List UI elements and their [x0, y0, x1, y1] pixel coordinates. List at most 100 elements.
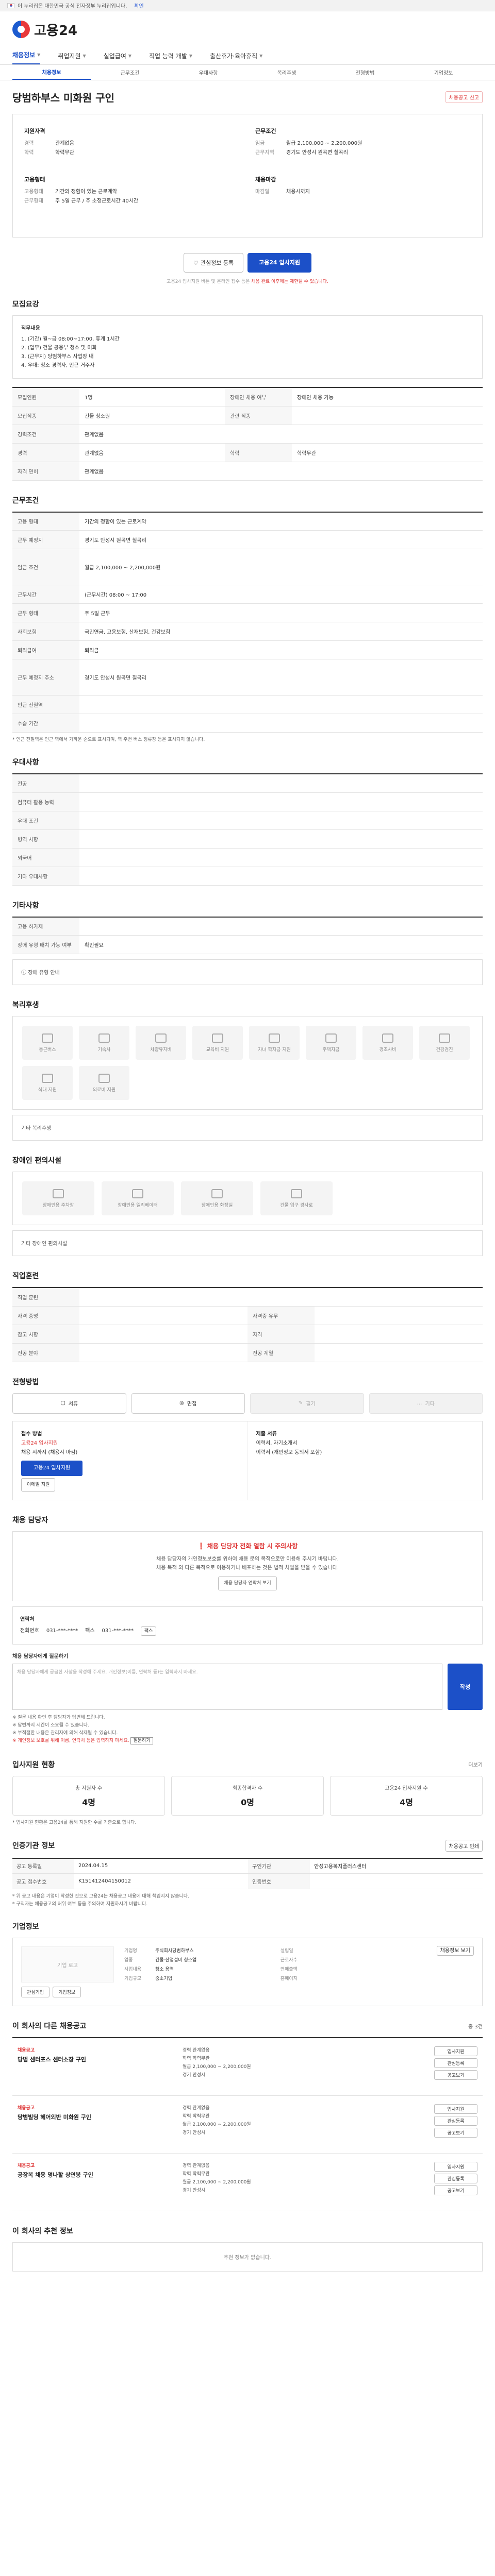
ramp-icon — [291, 1189, 302, 1198]
summary-row: 학력 학력무관 — [24, 150, 74, 156]
gov-banner-more-link[interactable]: 확인 — [134, 2, 143, 9]
logo-mark-icon — [12, 21, 30, 38]
gnb-item-2[interactable]: 실업급여 ▼ — [104, 52, 131, 64]
company-info-button[interactable]: 기업정보 — [53, 1987, 81, 1997]
welfare-item: 건강검진 — [419, 1026, 470, 1060]
welfare-item: 경조사비 — [362, 1026, 413, 1060]
apply-button[interactable]: 고용24 입사지원 — [248, 253, 311, 273]
table-row: 외국어 — [12, 848, 483, 867]
etc-table: 고용 허가제 장애 유형 배치 가능 여부 확인필요 — [12, 916, 483, 954]
table-row: 모집직종 건물 청소원 관련 직종 — [12, 406, 483, 425]
disability-type-box: ⓘ 장애 유형 안내 — [12, 959, 483, 985]
section-stats: 입사지원 현황 더보기 총 지원자 수 4명 최종합격자 수 0명 고용24 입사지… — [12, 1760, 483, 1825]
bus-icon — [42, 1033, 53, 1043]
subnav-tab-0[interactable]: 채용정보 — [12, 65, 91, 80]
header: 고용24 — [0, 11, 495, 47]
related-list: 채용공고 당범 센터포스 센터소장 구인 경력 관계없음 학력 학력무관 월급 2,1… — [12, 2037, 483, 2211]
disability-item: 장애인용 엘리베이터 — [102, 1181, 174, 1215]
section-preferences: 우대사항 전공 컴퓨터 활용 능력 우대 조건 병역 사항 외국어 기타 우대사… — [12, 757, 483, 886]
print-button[interactable]: 채용공고 인쇄 — [445, 1839, 483, 1852]
disability-type-link[interactable]: 장애 유형 안내 — [28, 970, 60, 976]
apply-email-button[interactable]: 이메일 지원 — [21, 1478, 56, 1492]
documents-col: 제출 서류 이력서, 자기소개서 이력서 (개인정보 동의서 포함) — [247, 1421, 483, 1500]
section-recommend: 이 회사의 추천 정보 추천 정보가 없습니다. — [12, 2226, 483, 2272]
stat-card: 최종합격자 수 0명 — [171, 1775, 324, 1816]
inquiry-tips: ※ 질문 내용 확인 후 담당자가 답변해 드립니다. ※ 답변까지 시간이 소… — [12, 1714, 483, 1745]
disability-item: 건물 입구 경사로 — [260, 1181, 333, 1215]
job-description-box: 직무내용 1. (기간) 월~금 08:00~17:00, 휴게 1시간 2. … — [12, 315, 483, 379]
gov-banner-text: 이 누리집은 대한민국 공식 전자정부 누리집입니다. — [18, 4, 127, 9]
related-interest-button[interactable]: 관심등록 — [434, 2058, 477, 2068]
contact-box: 연락처 전화번호 031-***-**** 팩스 031-***-**** 팩스 — [12, 1606, 483, 1645]
restroom-icon — [211, 1189, 223, 1198]
gnb-item-1[interactable]: 취업지원 ▼ — [58, 52, 86, 64]
stats-more-link[interactable]: 더보기 — [468, 1760, 483, 1768]
related-interest-button[interactable]: 관심등록 — [434, 2116, 477, 2126]
interest-button[interactable]: ♡ 관심정보 등록 — [184, 253, 244, 273]
step-etc: … 기타 — [369, 1393, 483, 1414]
interview-icon: ◎ — [179, 1400, 184, 1406]
company-interest-button[interactable]: 관심기업 — [21, 1987, 50, 1997]
related-view-button[interactable]: 공고보기 — [434, 2070, 477, 2080]
company-box: 기업 로고 관심기업 기업정보 기업명 주식회사당범하부스 업종 건물·산업설비 청… — [12, 1938, 483, 2006]
related-title[interactable]: 공장복 채용 명나할 상연봉 구인 — [18, 2171, 172, 2179]
related-view-button[interactable]: 공고보기 — [434, 2185, 477, 2195]
company-jobs-button[interactable]: 채용정보 보기 — [436, 1946, 474, 1956]
welfare-etc: 기타 복리후생 — [12, 1115, 483, 1141]
section-selection: 전형방법 ▢ 서류 ◎ 면접 ✎ 필기 … 기타 접수 방법 고용24 입사지원 채용 … — [12, 1377, 483, 1500]
selection-steps: ▢ 서류 ◎ 면접 ✎ 필기 … 기타 — [12, 1393, 483, 1414]
summary-row: 근무지역 경기도 안성시 원곡면 칠곡리 — [255, 150, 348, 156]
welfare-item: 주택자금 — [306, 1026, 356, 1060]
gnb-item-4[interactable]: 출산휴가·육아휴직 ▼ — [210, 52, 262, 64]
company-logo: 기업 로고 — [21, 1946, 114, 1982]
subnav-tab-5[interactable]: 기업정보 — [404, 65, 483, 79]
chevron-down-icon: ▼ — [128, 54, 131, 58]
chevron-down-icon: ▼ — [37, 53, 41, 57]
apply-online-button[interactable]: 고용24 입사지원 — [21, 1460, 83, 1476]
site-logo[interactable]: 고용24 — [12, 20, 77, 39]
section-related: 이 회사의 다른 채용공고 총 3건 채용공고 당범 센터포스 센터소장 구인 경… — [12, 2021, 483, 2211]
table-row: 공고 접수번호 K151412404150012 인증번호 — [12, 1873, 483, 1889]
ask-button[interactable]: 질문하기 — [130, 1737, 153, 1744]
contact-warning: ❗ 채용 담당자 전화 열람 시 주의사항 채용 담당자의 개인정보보호를 위하… — [12, 1531, 483, 1601]
chevron-down-icon: ▼ — [82, 54, 86, 58]
subnav-tab-2[interactable]: 우대사항 — [169, 65, 248, 79]
fax-button[interactable]: 팩스 — [140, 1626, 157, 1636]
step-written: ✎ 필기 — [250, 1393, 364, 1414]
apply-method-box: 접수 방법 고용24 입사지원 채용 시까지 (채용시 마감) 고용24 입사지… — [12, 1420, 483, 1500]
job-summary: 지원자격 경력 관계없음 학력 학력무관 고용형태 고용형태 기간의 정함이 있는 근… — [12, 114, 483, 238]
book-icon — [212, 1033, 223, 1043]
related-apply-button[interactable]: 입사지원 — [434, 2162, 477, 2172]
related-view-button[interactable]: 공고보기 — [434, 2128, 477, 2138]
warning-icon: ❗ — [197, 1542, 205, 1550]
related-title[interactable]: 당범 센터포스 센터소장 구인 — [18, 2055, 172, 2063]
pencil-icon: ✎ — [298, 1400, 303, 1406]
related-title[interactable]: 당범빌딩 헤어외반 미화원 구인 — [18, 2113, 172, 2121]
gnb-item-0[interactable]: 채용정보 ▼ — [12, 50, 41, 64]
list-item: 채용공고 공장복 채용 명나할 상연봉 구인 경력 관계없음 학력 학력무관 월급 2… — [12, 2154, 483, 2211]
subnav-tab-4[interactable]: 전형방법 — [326, 65, 404, 79]
gnb-item-3[interactable]: 직업 능력 개발 ▼ — [149, 52, 192, 64]
inquiry-submit-button[interactable]: 작성 — [448, 1663, 483, 1710]
related-apply-button[interactable]: 입사지원 — [434, 2046, 477, 2056]
related-apply-button[interactable]: 입사지원 — [434, 2104, 477, 2114]
view-contact-button[interactable]: 채용 담당자 연락처 보기 — [218, 1576, 277, 1590]
report-button[interactable]: 채용공고 신고 — [445, 91, 483, 103]
company-info: 기업명 주식회사당범하부스 업종 건물·산업설비 청소업 사업내용 청소 용역 기업규… — [124, 1946, 474, 1997]
section-job-detail: 모집요강 직무내용 1. (기간) 월~금 08:00~17:00, 휴게 1시… — [12, 299, 483, 481]
subnav-tab-1[interactable]: 근무조건 — [91, 65, 169, 79]
medical-icon — [98, 1073, 110, 1083]
section-etc: 기타사항 고용 허가제 장애 유형 배치 가능 여부 확인필요 ⓘ 장애 유형 안… — [12, 900, 483, 985]
related-interest-button[interactable]: 관심등록 — [434, 2174, 477, 2183]
table-row: 공고 등록일 2024.04.15 구인기관 안성고용복지플러스센터 — [12, 1858, 483, 1874]
welfare-item: 의료비 지원 — [79, 1066, 129, 1100]
subnav-tab-3[interactable]: 복리후생 — [248, 65, 326, 79]
table-row: 근무 형태 주 5일 근무 — [12, 603, 483, 622]
summary-right: 근무조건 임금 월급 2,100,000 ~ 2,200,000원 근무지역 경기도… — [255, 124, 471, 228]
inquiry-area: 채용 담당자에게 궁금한 사항을 작성해 주세요. 개인정보(이름, 연락처 등… — [12, 1663, 483, 1710]
inquiry-textarea[interactable]: 채용 담당자에게 궁금한 사항을 작성해 주세요. 개인정보(이름, 연락처 등… — [12, 1663, 442, 1710]
summary-left: 지원자격 경력 관계없음 학력 학력무관 고용형태 고용형태 기간의 정함이 있는 근… — [24, 124, 240, 228]
table-row: 전공 — [12, 774, 483, 793]
apply-notice: 고용24 입사지원 버튼 및 온라인 접수 등은 채용 완료 이후에는 제한될 … — [167, 279, 328, 284]
table-row: 우대 조건 — [12, 811, 483, 830]
